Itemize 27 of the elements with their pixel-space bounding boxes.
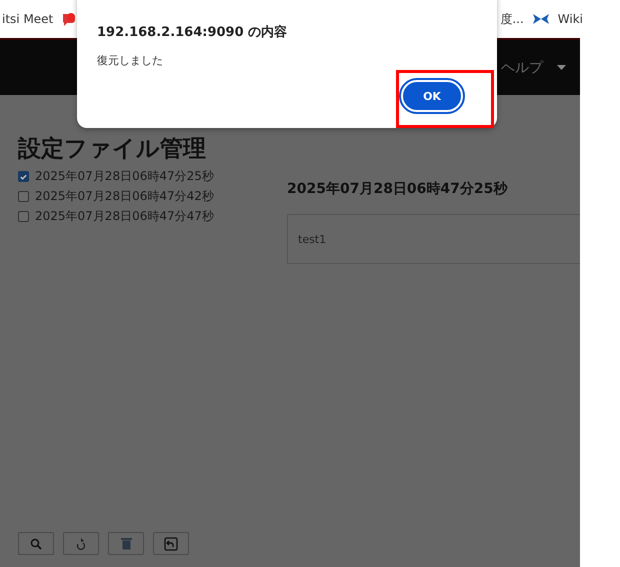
back-button[interactable] bbox=[153, 532, 189, 555]
file-label: 2025年07月28日06時47分47秒 bbox=[35, 208, 214, 225]
bookmark-link[interactable]: 度... bbox=[500, 10, 524, 28]
delete-button[interactable] bbox=[108, 532, 144, 555]
rotate-icon bbox=[75, 537, 87, 550]
bookmark-icon[interactable] bbox=[61, 11, 78, 27]
file-label: 2025年07月28日06時47分25秒 bbox=[35, 168, 214, 185]
trash-icon bbox=[120, 537, 132, 550]
dropdown-caret-icon bbox=[557, 65, 566, 70]
page-title: 設定ファイル管理 bbox=[18, 135, 207, 164]
checkbox[interactable] bbox=[18, 211, 29, 222]
help-menu[interactable]: ヘルプ bbox=[501, 58, 543, 76]
bookmark-link[interactable]: itsi Meet bbox=[2, 12, 54, 26]
checkbox[interactable] bbox=[18, 171, 29, 182]
search-button[interactable] bbox=[18, 532, 54, 555]
content-text: test1 bbox=[298, 232, 326, 246]
detail-title: 2025年07月28日06時47分25秒 bbox=[287, 180, 509, 198]
dialog-title: 192.168.2.164:9090 の内容 bbox=[97, 24, 288, 41]
bookmark-link[interactable]: Wiki bbox=[558, 12, 583, 26]
butterfly-icon[interactable] bbox=[532, 13, 550, 25]
checkbox[interactable] bbox=[18, 191, 29, 202]
restore-button[interactable] bbox=[63, 532, 99, 555]
ok-button[interactable]: OK bbox=[401, 80, 463, 112]
undo-icon bbox=[164, 536, 178, 550]
file-label: 2025年07月28日06時47分42秒 bbox=[35, 188, 214, 205]
search-icon bbox=[30, 538, 42, 550]
dialog-message: 復元しました bbox=[97, 53, 164, 68]
